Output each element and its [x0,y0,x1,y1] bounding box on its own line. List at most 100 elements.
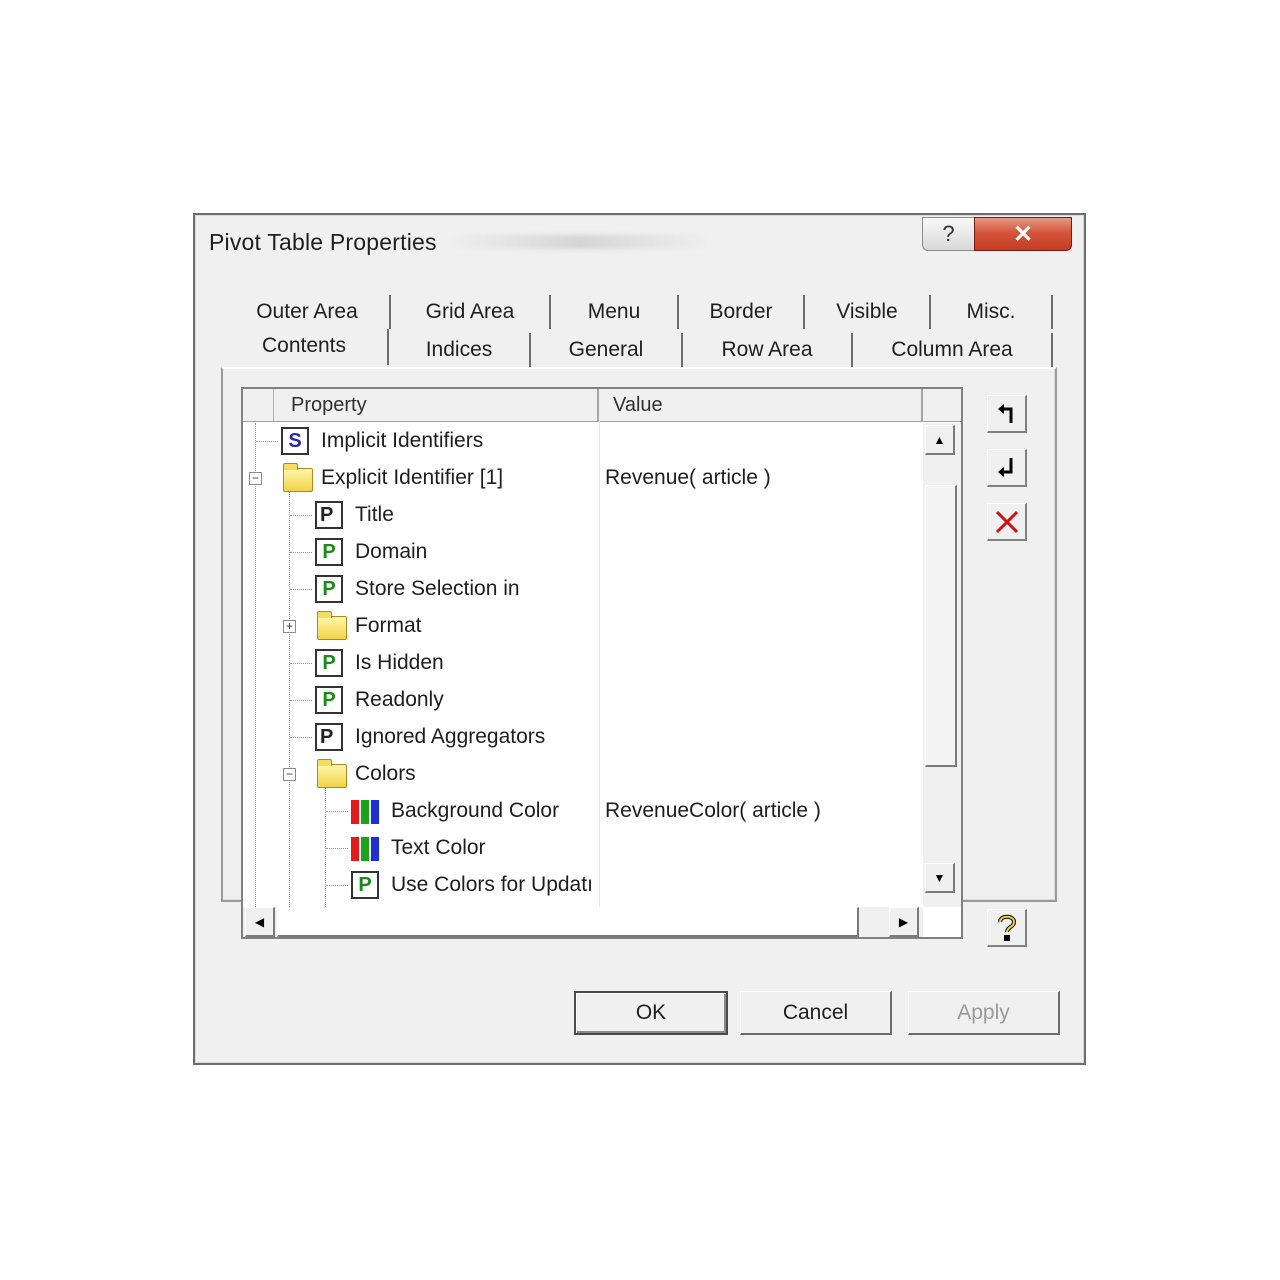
list-item[interactable]: − Explicit Identifier [1] Revenue( artic… [243,460,923,497]
horizontal-scrollbar[interactable]: ◀ ▶ [243,907,923,937]
help-button[interactable]: ? [922,217,974,251]
color-swatch-green [361,837,369,861]
help-icon [997,914,1016,941]
redo-button[interactable] [987,449,1027,487]
cancel-button[interactable]: Cancel [740,991,892,1035]
tab-misc[interactable]: Misc. [931,295,1053,329]
tab-general[interactable]: General [531,333,683,367]
p-icon: P [315,575,343,603]
tab-contents[interactable]: Contents [221,329,389,365]
tab-indices[interactable]: Indices [389,333,531,367]
grid-header: Property Value [243,389,961,422]
scroll-left-button[interactable]: ◀ [245,907,275,937]
property-value[interactable]: Revenue( article ) [605,466,771,490]
list-item[interactable]: P Use Colors for Updatı [243,867,923,904]
collapse-icon[interactable]: − [283,768,296,781]
s-icon: S [281,427,309,455]
list-item[interactable]: + Format [243,608,923,645]
delete-icon [995,510,1018,533]
redo-icon [997,457,1012,477]
undo-icon [997,403,1012,423]
close-button[interactable]: ✕ [974,217,1072,251]
tree-line [290,737,312,738]
arrow-up-icon: ▲ [933,432,946,447]
expand-icon[interactable]: + [283,620,296,633]
tab-outer-area[interactable]: Outer Area [225,295,391,329]
list-item[interactable]: Text Color [243,830,923,867]
property-rows: S Implicit Identifiers − Explicit Identi… [243,423,923,907]
arrow-down-icon: ▼ [933,870,946,885]
apply-button[interactable]: Apply [908,991,1060,1035]
property-label: Ignored Aggregators [355,725,546,748]
vertical-scrollbar[interactable]: ▲ ▼ [923,423,961,907]
tree-line [290,700,312,701]
color-swatch-blue [371,800,379,824]
horizontal-scroll-thumb[interactable] [277,907,859,937]
ok-button[interactable]: OK [574,991,728,1035]
color-swatch-green [361,800,369,824]
undo-button[interactable] [987,395,1027,433]
scroll-down-button[interactable]: ▼ [925,863,955,893]
color-icon [351,800,381,824]
list-item[interactable]: P Title [243,497,923,534]
property-value[interactable]: RevenueColor( article ) [605,799,821,823]
tab-column-area[interactable]: Column Area [853,333,1053,367]
tree-line [256,441,278,442]
property-label: Domain [355,540,428,563]
p-icon: P [315,538,343,566]
list-item[interactable]: P Ignored Aggregators [243,719,923,756]
help-key-button[interactable] [987,909,1027,947]
property-label: Background Color [391,799,560,822]
arrow-left-icon: ◀ [254,914,265,929]
p-icon: P [315,686,343,714]
tab-visible[interactable]: Visible [805,295,931,329]
property-label: Title [355,503,394,526]
title-bar-blur [450,235,710,249]
tree-line [290,663,312,664]
tab-grid-area[interactable]: Grid Area [391,295,551,329]
value-column-header[interactable]: Value [613,394,663,417]
scroll-up-button[interactable]: ▲ [925,425,955,455]
property-grid[interactable]: Property Value S Implicit Identifiers − … [241,387,963,939]
close-icon: ✕ [1012,220,1034,248]
list-item[interactable]: S Implicit Identifiers [243,423,923,460]
property-label: Colors [355,762,416,785]
tree-line [326,811,348,812]
tab-row-area[interactable]: Row Area [683,333,853,367]
property-label: Readonly [355,688,444,711]
tab-menu[interactable]: Menu [551,295,679,329]
color-swatch-red [351,837,359,861]
question-mark-icon: ? [942,221,955,246]
tab-control: Outer Area Grid Area Menu Border Visible… [221,295,1057,947]
list-item[interactable]: P Domain [243,534,923,571]
property-label: Format [355,614,422,637]
list-item[interactable]: Background Color RevenueColor( article ) [243,793,923,830]
color-icon [351,837,381,861]
property-label: Store Selection in [355,577,520,600]
collapse-icon[interactable]: − [249,472,262,485]
column-separator[interactable] [597,389,599,421]
tree-line [290,552,312,553]
column-separator-end [921,389,923,421]
arrow-right-icon: ▶ [898,914,909,929]
list-item[interactable]: P Is Hidden [243,645,923,682]
scroll-thumb[interactable] [925,485,957,767]
window-title: Pivot Table Properties [209,229,437,255]
list-item[interactable]: P Store Selection in [243,571,923,608]
list-item[interactable]: − Colors [243,756,923,793]
tree-line [290,515,312,516]
header-corner [243,389,274,421]
property-label: Use Colors for Updatı [391,873,593,896]
scroll-right-button[interactable]: ▶ [889,907,919,937]
property-column-header[interactable]: Property [291,394,367,417]
delete-button[interactable] [987,503,1027,541]
title-bar[interactable]: Pivot Table Properties ? ✕ [195,215,1084,271]
p-string-icon: P [315,723,343,751]
tab-border[interactable]: Border [679,295,805,329]
open-folder-icon [283,463,313,492]
p-string-icon: P [315,501,343,529]
tree-line [326,848,348,849]
property-label: Text Color [391,836,486,859]
list-item[interactable]: P Readonly [243,682,923,719]
color-swatch-blue [371,837,379,861]
